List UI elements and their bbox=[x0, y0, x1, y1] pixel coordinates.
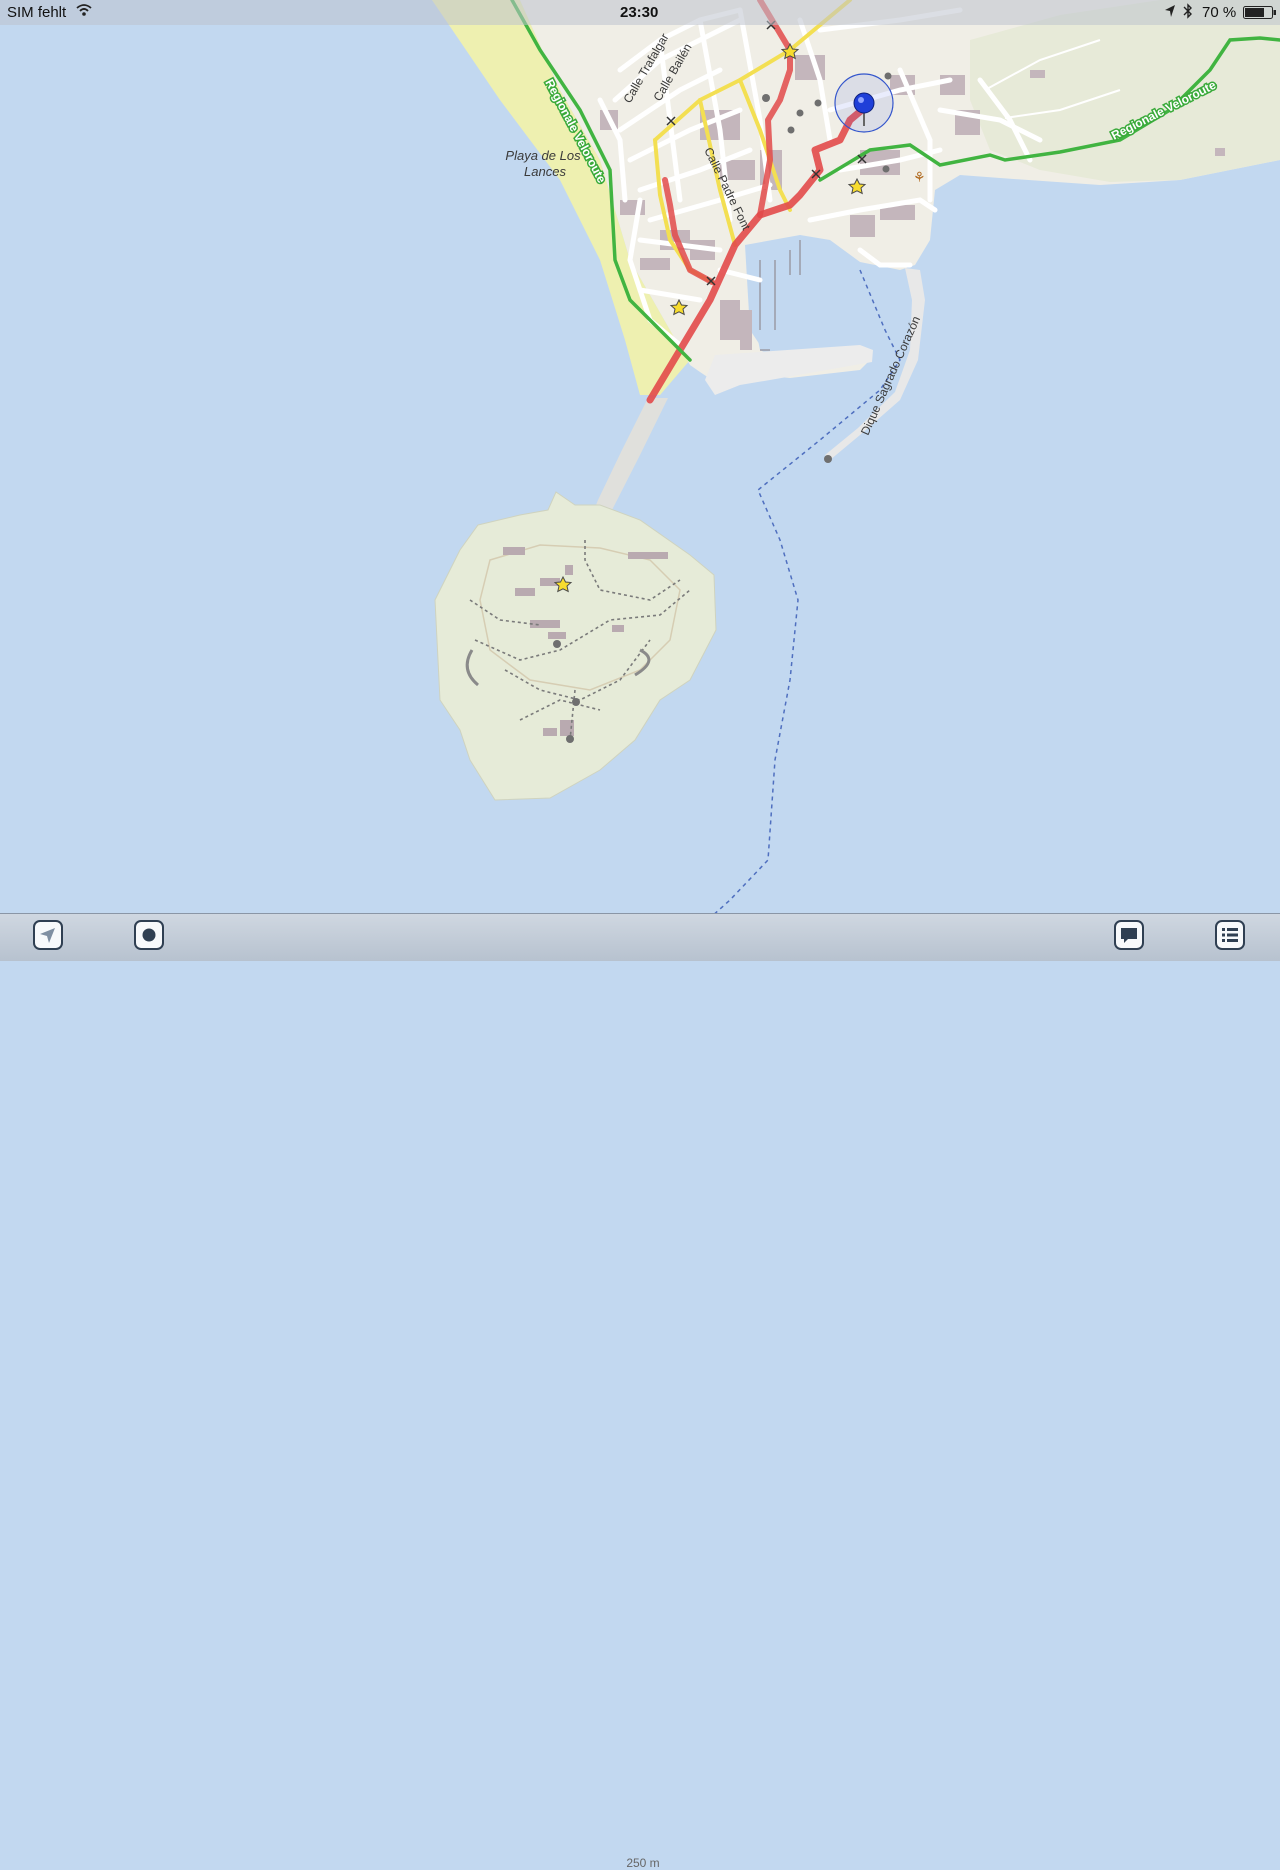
record-button[interactable] bbox=[134, 920, 164, 950]
location-services-icon bbox=[1164, 4, 1176, 22]
record-icon bbox=[142, 928, 156, 942]
label-beach-line1: Playa de Los bbox=[505, 148, 581, 163]
map-canvas[interactable]: ⚘ Playa de Los Lances Calle Trafalgar Ca… bbox=[0, 0, 1280, 960]
battery-percent: 70 % bbox=[1202, 4, 1237, 21]
locate-me-button[interactable] bbox=[33, 920, 63, 950]
location-arrow-icon bbox=[40, 928, 55, 943]
bottom-toolbar: 250 m bbox=[0, 913, 1280, 1870]
wifi-icon bbox=[76, 3, 92, 21]
battery-icon bbox=[1243, 6, 1277, 23]
clock: 23:30 bbox=[620, 4, 659, 21]
hill-terrain bbox=[970, 0, 1280, 182]
list-icon bbox=[1222, 928, 1238, 942]
comment-icon bbox=[1121, 928, 1137, 943]
label-beach-line2: Lances bbox=[524, 164, 566, 179]
scale-bar-label: 250 m bbox=[626, 1856, 660, 1870]
status-bar: SIM fehlt 23:30 70 % bbox=[0, 0, 1280, 25]
viewpoint-icon: ⚘ bbox=[913, 170, 926, 186]
carrier-label: SIM fehlt bbox=[7, 4, 67, 21]
comment-button[interactable] bbox=[1114, 920, 1144, 950]
list-menu-button[interactable] bbox=[1215, 920, 1245, 950]
bluetooth-icon bbox=[1183, 3, 1193, 23]
current-location-marker[interactable] bbox=[834, 73, 894, 133]
harbor-basin bbox=[745, 235, 860, 360]
